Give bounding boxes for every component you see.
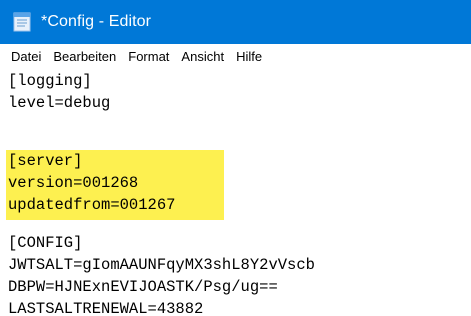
editor-line: [CONFIG]: [8, 234, 83, 252]
menu-format[interactable]: Format: [122, 46, 175, 68]
menu-bar: Datei Bearbeiten Format Ansicht Hilfe: [0, 44, 471, 70]
menu-hilfe[interactable]: Hilfe: [230, 46, 268, 68]
menu-datei[interactable]: Datei: [5, 46, 47, 68]
editor-window: *Config - Editor Datei Bearbeiten Format…: [0, 0, 471, 316]
editor-line: [logging]: [8, 72, 92, 90]
editor-line: DBPW=HJNExnEVIJOASTK/Psg/ug==: [8, 278, 278, 296]
menu-bearbeiten[interactable]: Bearbeiten: [47, 46, 122, 68]
editor-line: LASTSALTRENEWAL=43882: [8, 300, 204, 316]
menu-ansicht[interactable]: Ansicht: [175, 46, 230, 68]
text-editor-area[interactable]: [logging] level=debug [server] version=0…: [0, 70, 471, 316]
window-title: *Config - Editor: [41, 13, 152, 30]
editor-line: JWTSALT=gIomAAUNFqyMX3shL8Y2vVscb: [8, 256, 315, 274]
notepad-icon: [12, 12, 32, 32]
editor-line: version=001268: [8, 174, 139, 192]
editor-line: updatedfrom=001267: [8, 196, 176, 214]
editor-line: [server]: [8, 152, 83, 170]
title-bar[interactable]: *Config - Editor: [0, 0, 471, 44]
editor-line: level=debug: [8, 94, 111, 112]
